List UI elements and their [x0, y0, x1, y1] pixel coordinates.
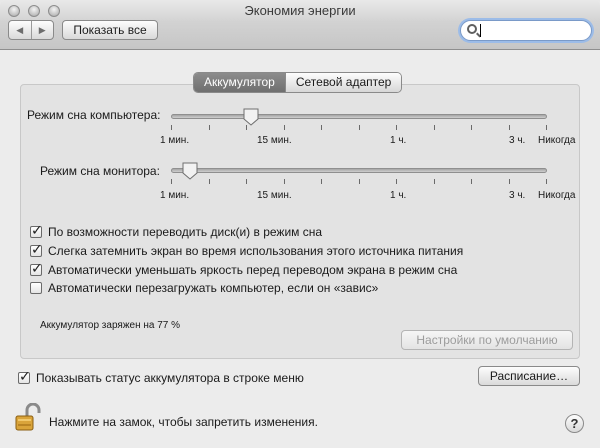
option-disk-sleep[interactable]: ✓ По возможности переводить диск(и) в ре… — [30, 222, 323, 240]
help-button[interactable]: ? — [565, 414, 584, 433]
display-tick-label: 1 ч. — [390, 190, 407, 201]
display-tick-label: 1 мин. — [160, 190, 190, 201]
lock-instruction: Нажмите на замок, чтобы запретить измене… — [49, 415, 318, 429]
slider-tick-mark — [284, 125, 285, 130]
option-dim-display[interactable]: ✓ Слегка затемнить экран во время исполь… — [30, 241, 464, 259]
display-tick-label: Никогда — [538, 190, 576, 201]
display-sleep-ticks — [171, 179, 547, 185]
show-battery-status-checkbox[interactable]: ✓ — [18, 368, 31, 384]
back-arrow-icon: ◀ — [16, 24, 24, 35]
forward-button[interactable]: ▶ — [30, 21, 54, 39]
slider-tick-mark — [471, 125, 472, 130]
slider-tick-mark — [209, 125, 210, 130]
dim-display-checkbox[interactable]: ✓ — [30, 241, 43, 257]
search-icon — [467, 24, 477, 34]
checkmark-icon: ✓ — [31, 260, 43, 276]
computer-tick-label: 3 ч. — [509, 135, 526, 146]
auto-restart-label: Автоматически перезагружать компьютер, е… — [48, 281, 379, 295]
option-reduce-brightness[interactable]: ✓ Автоматически уменьшать яркость перед … — [30, 260, 458, 278]
computer-sleep-label: Режим сна компьютера: — [27, 108, 161, 122]
dim-display-label: Слегка затемнить экран во время использо… — [48, 244, 464, 258]
show-all-button[interactable]: Показать все — [62, 20, 158, 40]
slider-tick-mark — [359, 179, 360, 184]
restore-defaults-button[interactable]: Настройки по умолчанию — [401, 330, 573, 350]
slider-tick-mark — [209, 179, 210, 184]
option-show-battery-status[interactable]: ✓ Показывать статус аккумулятора в строк… — [18, 368, 304, 386]
slider-tick-mark — [284, 179, 285, 184]
disk-sleep-checkbox[interactable]: ✓ — [30, 222, 43, 238]
forward-arrow-icon: ▶ — [38, 24, 46, 35]
auto-restart-checkbox[interactable] — [30, 282, 42, 294]
computer-sleep-slider-knob[interactable] — [243, 108, 259, 126]
schedule-button[interactable]: Расписание… — [478, 366, 580, 386]
power-source-tabs: Аккумулятор Сетевой адаптер — [193, 72, 403, 93]
window-title: Экономия энергии — [244, 3, 356, 18]
slider-tick-mark — [321, 125, 322, 130]
back-button[interactable]: ◀ — [9, 21, 31, 39]
display-tick-label: 3 ч. — [509, 190, 526, 201]
titlebar: Экономия энергии ◀ ▶ Показать все — [0, 0, 600, 50]
search-input[interactable] — [481, 23, 585, 38]
checkmark-icon: ✓ — [19, 368, 31, 384]
slider-tick-mark — [171, 179, 172, 184]
battery-charge-status: Аккумулятор заряжен на 77 % — [40, 320, 181, 331]
slider-tick-mark — [396, 125, 397, 130]
disk-sleep-label: По возможности переводить диск(и) в режи… — [48, 225, 323, 239]
computer-sleep-track[interactable] — [171, 114, 547, 119]
slider-tick-mark — [546, 179, 547, 184]
slider-tick-mark — [546, 125, 547, 130]
computer-sleep-ticks — [171, 125, 547, 131]
display-sleep-label: Режим сна монитора: — [40, 164, 160, 178]
slider-tick-mark — [359, 125, 360, 130]
option-auto-restart[interactable]: Автоматически перезагружать компьютер, е… — [30, 280, 378, 296]
preferences-window: Экономия энергии ◀ ▶ Показать все Аккуму… — [0, 0, 600, 448]
text-caret — [480, 24, 481, 37]
slider-tick-mark — [246, 179, 247, 184]
tab-battery[interactable]: Аккумулятор — [194, 73, 285, 92]
computer-tick-label: Никогда — [538, 135, 576, 146]
reduce-brightness-checkbox[interactable]: ✓ — [30, 260, 43, 276]
unlocked-padlock-icon[interactable] — [13, 402, 43, 433]
slider-tick-mark — [171, 125, 172, 130]
checkmark-icon: ✓ — [31, 222, 43, 238]
computer-tick-label: 1 мин. — [160, 135, 190, 146]
show-battery-status-label: Показывать статус аккумулятора в строке … — [36, 371, 304, 385]
checkmark-icon: ✓ — [31, 241, 43, 257]
slider-tick-mark — [509, 179, 510, 184]
computer-tick-label: 15 мин. — [257, 135, 292, 146]
display-sleep-slider-knob[interactable] — [182, 162, 198, 180]
display-sleep-track[interactable] — [171, 168, 547, 173]
computer-tick-label: 1 ч. — [390, 135, 407, 146]
search-field[interactable] — [460, 20, 592, 41]
reduce-brightness-label: Автоматически уменьшать яркость перед пе… — [48, 263, 458, 277]
slider-tick-mark — [321, 179, 322, 184]
slider-tick-mark — [509, 125, 510, 130]
slider-tick-mark — [434, 125, 435, 130]
display-tick-label: 15 мин. — [257, 190, 292, 201]
slider-tick-mark — [471, 179, 472, 184]
tab-power-adapter[interactable]: Сетевой адаптер — [284, 73, 402, 92]
nav-button-group: ◀ ▶ — [8, 20, 54, 40]
slider-tick-mark — [434, 179, 435, 184]
slider-tick-mark — [396, 179, 397, 184]
